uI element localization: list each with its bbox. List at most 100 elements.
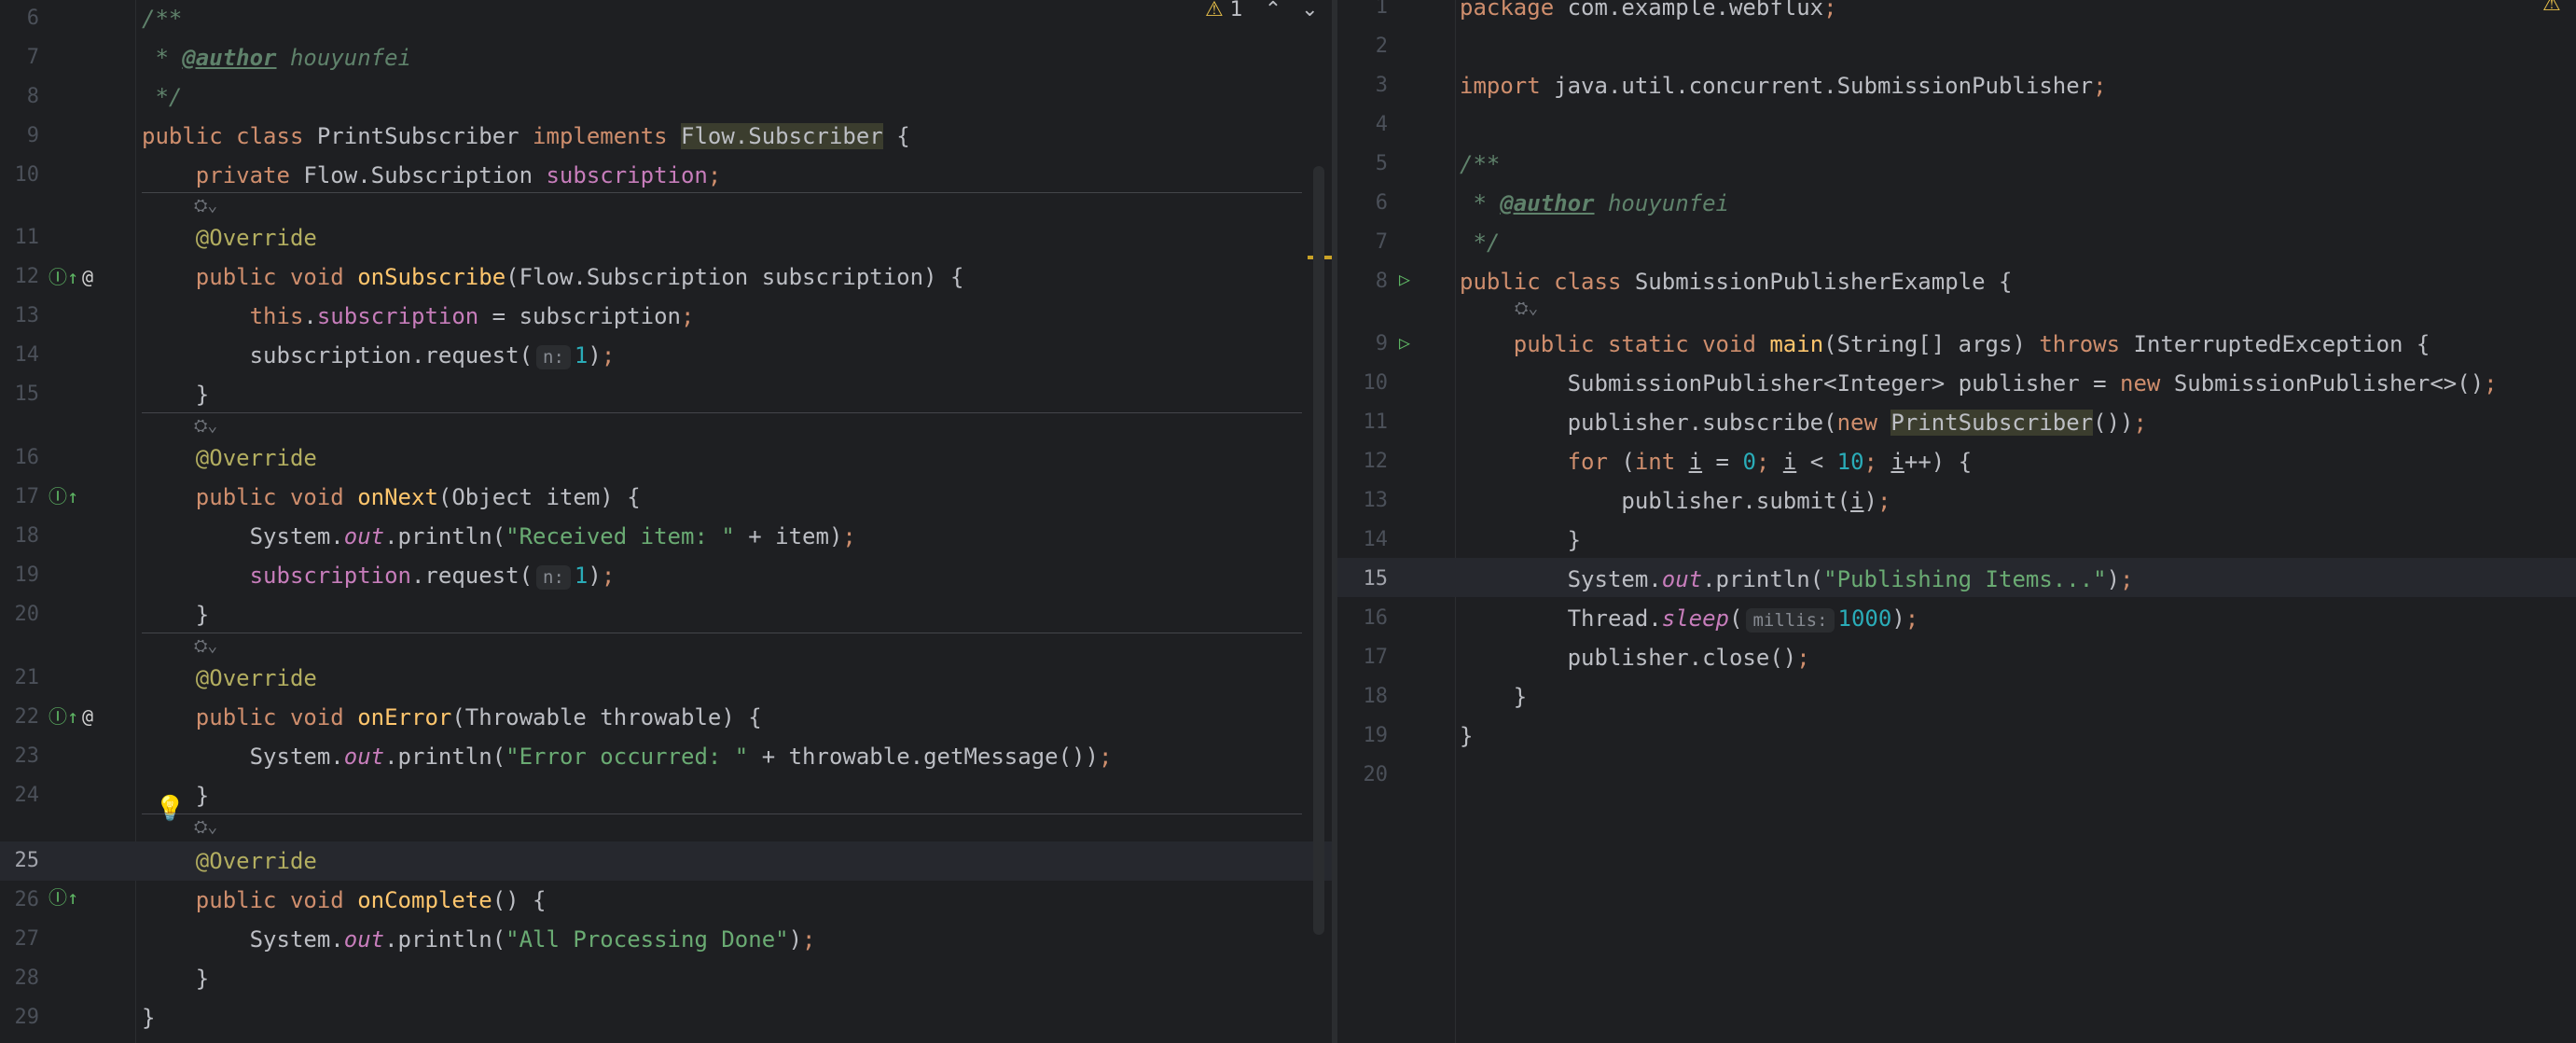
line-number: 10 <box>1363 371 1389 395</box>
code-line[interactable]: } <box>1460 677 1527 716</box>
line-number: 8 <box>1375 270 1388 293</box>
code-token: 0 <box>1742 449 1756 475</box>
code-token: n: <box>536 345 571 369</box>
run-main-icon[interactable]: ▷ <box>1399 323 1410 362</box>
code-token: main <box>1769 331 1824 357</box>
code-line[interactable]: subscription.request(n: 1); <box>142 336 615 375</box>
implements-method-icon[interactable]: Ⓘ↑ <box>48 878 78 917</box>
code-line[interactable]: */ <box>142 77 182 117</box>
code-token: } <box>1460 527 1582 553</box>
code-line[interactable]: publisher.close(); <box>1460 638 1810 677</box>
code-line[interactable]: publisher.submit(i); <box>1460 481 1890 521</box>
code-line[interactable]: } <box>1460 716 1473 756</box>
code-token: (Object item) { <box>437 484 641 510</box>
code-line[interactable]: @Override <box>142 841 317 881</box>
code-token: */ <box>1460 229 1501 256</box>
code-line[interactable]: public static void main(String[] args) t… <box>1460 325 2431 364</box>
chevron-up-icon[interactable]: ⌃ <box>1265 0 1281 21</box>
method-separator <box>142 412 1302 413</box>
code-token: i <box>1688 449 1703 475</box>
inspection-widget[interactable]: ⚠ 1 ⌃ ⌄ <box>1205 0 1319 21</box>
code-line[interactable]: } <box>1460 521 1581 560</box>
code-token: public <box>1460 331 1608 357</box>
right-editor-pane[interactable]: 1 package com.example.webflux; 2 3 import ja… <box>1337 0 2576 1043</box>
annotation-icon[interactable]: @ <box>82 257 93 297</box>
code-line[interactable]: for (int i = 0; i < 10; i++) { <box>1460 442 1973 481</box>
code-line[interactable]: import java.util.concurrent.SubmissionPu… <box>1460 66 2107 105</box>
code-token: Thread. <box>1460 605 1662 632</box>
implements-method-icon[interactable]: Ⓘ↑ <box>48 257 78 297</box>
line-number: 21 <box>14 666 40 689</box>
code-line[interactable]: * @author houyunfei <box>1460 184 1729 223</box>
code-line[interactable]: } <box>142 375 209 414</box>
code-token: out <box>343 523 385 549</box>
code-line[interactable]: System.out.println("Publishing Items..."… <box>1460 560 2134 599</box>
line-number: 1 <box>1375 0 1388 19</box>
code-token: subscription <box>249 563 411 589</box>
code-line[interactable]: } <box>142 998 155 1037</box>
chevron-down-icon[interactable]: ⌄ <box>1301 0 1318 21</box>
code-vision-icon[interactable]: ⛭⌄ <box>1515 299 1538 319</box>
code-line[interactable]: @Override <box>142 659 317 698</box>
code-line[interactable]: public void onError(Throwable throwable)… <box>142 698 762 737</box>
code-line[interactable]: publisher.subscribe(new PrintSubscriber(… <box>1460 403 2147 442</box>
code-line[interactable]: } <box>142 959 209 998</box>
left-editor-pane[interactable]: 6 /** 7 * @author houyunfei 8 */ 9 public cla… <box>0 0 1332 1043</box>
code-token: } <box>142 602 210 628</box>
code-line[interactable]: private Flow.Subscription subscription; <box>142 156 722 195</box>
code-line[interactable]: subscription.request(n: 1); <box>142 556 615 595</box>
implements-method-icon[interactable]: Ⓘ↑ <box>48 477 78 516</box>
implements-method-icon[interactable]: Ⓘ↑ <box>48 697 78 736</box>
code-line[interactable]: public class PrintSubscriber implements … <box>142 117 910 156</box>
lightbulb-icon[interactable]: 💡 <box>155 795 185 823</box>
code-line[interactable]: Thread.sleep(millis: 1000); <box>1460 599 1918 638</box>
code-token: void <box>289 887 358 913</box>
code-line[interactable]: this.subscription = subscription; <box>142 297 695 336</box>
code-token: out <box>1661 566 1703 592</box>
code-token: Flow.Subscription <box>303 162 547 188</box>
code-token: @Override <box>142 225 317 251</box>
vertical-scrollbar[interactable] <box>1313 166 1324 935</box>
method-separator <box>142 192 1302 193</box>
code-line[interactable]: SubmissionPublisher<Integer> publisher =… <box>1460 364 2498 403</box>
code-line[interactable]: System.out.println("Received item: " + i… <box>142 517 856 556</box>
code-token: subscription <box>316 303 479 329</box>
code-vision-icon[interactable]: ⛭⌄ <box>194 636 217 657</box>
code-line[interactable]: @Override <box>142 438 317 478</box>
line-number: 28 <box>14 967 40 990</box>
code-token: ; <box>2120 566 2134 592</box>
code-token: i <box>1782 449 1797 475</box>
code-token: } <box>142 382 210 408</box>
code-token: ; <box>1098 744 1113 770</box>
code-line[interactable]: public void onNext(Object item) { <box>142 478 641 517</box>
code-line[interactable]: public void onComplete() { <box>142 881 547 920</box>
line-number: 18 <box>1363 685 1389 708</box>
code-line[interactable]: public class SubmissionPublisherExample … <box>1460 262 2012 301</box>
code-token: private <box>142 162 304 188</box>
code-line[interactable]: System.out.println("Error occurred: " + … <box>142 737 1113 776</box>
code-line[interactable]: /** <box>1460 145 1500 184</box>
code-token: subscription.request( <box>142 342 533 369</box>
code-line[interactable]: @Override <box>142 218 317 257</box>
code-line[interactable]: /** <box>142 0 182 38</box>
code-line[interactable]: package com.example.webflux; <box>1460 0 1837 27</box>
code-line[interactable]: * @author houyunfei <box>142 38 411 77</box>
code-vision-icon[interactable]: ⛭⌄ <box>194 817 217 838</box>
code-token: @Override <box>142 848 317 874</box>
line-number: 18 <box>14 524 40 548</box>
code-token: void <box>289 704 358 730</box>
code-line[interactable]: public void onSubscribe(Flow.Subscriptio… <box>142 257 964 297</box>
warning-icon[interactable]: ⚠ <box>2542 0 2561 16</box>
code-vision-icon[interactable]: ⛭⌄ <box>194 416 217 437</box>
code-line[interactable]: } <box>142 595 209 634</box>
annotation-icon[interactable]: @ <box>82 697 93 736</box>
code-line[interactable]: System.out.println("All Processing Done"… <box>142 920 816 959</box>
code-vision-icon[interactable]: ⛭⌄ <box>194 196 217 216</box>
code-line[interactable]: */ <box>1460 223 1500 262</box>
code-token: @Override <box>142 665 317 691</box>
code-token: class <box>1554 269 1635 295</box>
code-token: SubmissionPublisherExample { <box>1634 269 2013 295</box>
run-class-icon[interactable]: ▷ <box>1399 259 1410 299</box>
line-number: 13 <box>14 304 40 327</box>
line-number: 5 <box>1375 152 1388 175</box>
